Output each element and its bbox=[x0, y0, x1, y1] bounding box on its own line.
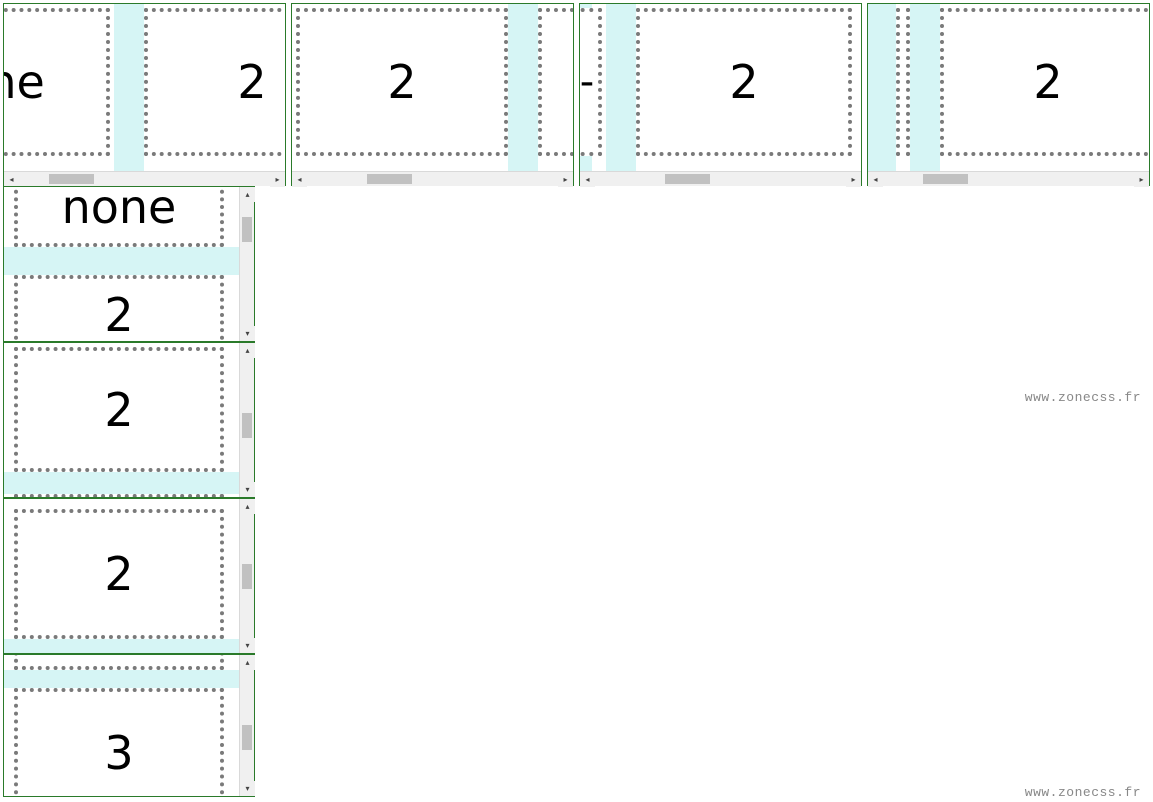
dot-box-top: none bbox=[14, 187, 224, 247]
horizontal-scrollbar[interactable]: ◂ ▸ bbox=[580, 171, 861, 186]
scroll-thumb[interactable] bbox=[665, 174, 710, 184]
scroll-right-arrow-icon[interactable]: ▸ bbox=[270, 172, 285, 187]
gap-r bbox=[606, 4, 636, 171]
horizontal-scrollbar[interactable]: ◂ ▸ bbox=[868, 171, 1149, 186]
scroll-track[interactable] bbox=[307, 172, 558, 186]
horizontal-scrollbar[interactable]: ◂ ▸ bbox=[292, 171, 573, 186]
scroll-track[interactable] bbox=[240, 670, 254, 781]
scroll-thumb[interactable] bbox=[242, 725, 252, 750]
viewport[interactable]: - 2 bbox=[580, 4, 861, 171]
gap bbox=[4, 472, 239, 494]
scroll-right-arrow-icon[interactable]: ▸ bbox=[558, 172, 573, 187]
scroll-thumb[interactable] bbox=[242, 413, 252, 438]
scroll-thumb[interactable] bbox=[923, 174, 968, 184]
vertical-scrollbar[interactable]: ▴ ▾ bbox=[239, 343, 254, 497]
dot-box-left: 2 bbox=[296, 8, 508, 156]
viewport[interactable]: 2 bbox=[868, 4, 1149, 171]
vertical-scrollbar[interactable]: ▴ ▾ bbox=[239, 655, 254, 796]
viewport[interactable]: 2 bbox=[292, 4, 573, 171]
scroll-up-arrow-icon[interactable]: ▴ bbox=[240, 187, 255, 202]
scroll-left-arrow-icon[interactable]: ◂ bbox=[4, 172, 19, 187]
example-panel-horizontal-3: - 2 ◂ ▸ bbox=[579, 3, 862, 186]
scroll-track[interactable] bbox=[19, 172, 270, 186]
gap bbox=[4, 670, 239, 688]
viewport[interactable]: none 2 bbox=[4, 187, 239, 341]
vertical-scrollbar[interactable]: ▴ ▾ bbox=[239, 499, 254, 653]
gap-l bbox=[868, 4, 896, 171]
dot-box-right: 2 bbox=[940, 8, 1149, 156]
scroll-down-arrow-icon[interactable]: ▾ bbox=[240, 326, 255, 341]
dot-box-right bbox=[538, 8, 573, 156]
dot-box-top-sliver bbox=[14, 655, 224, 670]
gap bbox=[4, 639, 239, 653]
viewport[interactable]: 2 bbox=[4, 499, 239, 653]
dot-box-right: 2 bbox=[636, 8, 852, 156]
dot-box: 3 bbox=[14, 688, 224, 796]
viewport[interactable]: 2 bbox=[4, 343, 239, 497]
example-panel-horizontal-2: 2 ◂ ▸ bbox=[291, 3, 574, 186]
scroll-track[interactable] bbox=[240, 202, 254, 326]
dot-box-left: one bbox=[4, 8, 110, 156]
scroll-left-arrow-icon[interactable]: ◂ bbox=[868, 172, 883, 187]
scroll-down-arrow-icon[interactable]: ▾ bbox=[240, 482, 255, 497]
scroll-left-arrow-icon[interactable]: ◂ bbox=[292, 172, 307, 187]
example-panel-vertical-4: 3 ▴ ▾ bbox=[3, 654, 255, 797]
scroll-thumb[interactable] bbox=[242, 564, 252, 589]
gap bbox=[114, 4, 144, 171]
watermark: www.zonecss.fr bbox=[1025, 390, 1141, 405]
dot-box: 2 bbox=[14, 509, 224, 639]
dot-box-next bbox=[14, 494, 224, 497]
example-panel-vertical-2: 2 ▴ ▾ bbox=[3, 342, 255, 498]
dot-box-bottom: 2 bbox=[14, 275, 224, 341]
scroll-up-arrow-icon[interactable]: ▴ bbox=[240, 655, 255, 670]
example-panel-vertical-1: none 2 ▴ ▾ bbox=[3, 186, 255, 342]
dot-box: 2 bbox=[14, 347, 224, 472]
example-panel-vertical-3: 2 ▴ ▾ bbox=[3, 498, 255, 654]
scroll-thumb[interactable] bbox=[242, 217, 252, 242]
scroll-left-arrow-icon[interactable]: ◂ bbox=[580, 172, 595, 187]
scroll-thumb[interactable] bbox=[367, 174, 412, 184]
gap-r bbox=[910, 4, 940, 171]
dot-box-sliver: - bbox=[580, 8, 602, 156]
scroll-track[interactable] bbox=[595, 172, 846, 186]
scroll-right-arrow-icon[interactable]: ▸ bbox=[1134, 172, 1149, 187]
horizontal-scrollbar[interactable]: ◂ ▸ bbox=[4, 171, 285, 186]
scroll-track[interactable] bbox=[240, 358, 254, 482]
viewport[interactable]: one 2 bbox=[4, 4, 285, 171]
scroll-thumb[interactable] bbox=[49, 174, 94, 184]
dot-box-right: 2 bbox=[144, 8, 285, 156]
gap bbox=[508, 4, 538, 171]
watermark: www.zonecss.fr bbox=[1025, 785, 1141, 800]
scroll-down-arrow-icon[interactable]: ▾ bbox=[240, 638, 255, 653]
scroll-track[interactable] bbox=[240, 514, 254, 638]
scroll-track[interactable] bbox=[883, 172, 1134, 186]
scroll-up-arrow-icon[interactable]: ▴ bbox=[240, 499, 255, 514]
scroll-up-arrow-icon[interactable]: ▴ bbox=[240, 343, 255, 358]
scroll-down-arrow-icon[interactable]: ▾ bbox=[240, 781, 255, 796]
scroll-right-arrow-icon[interactable]: ▸ bbox=[846, 172, 861, 187]
gap bbox=[4, 247, 239, 275]
example-panel-horizontal-4: 2 ◂ ▸ bbox=[867, 3, 1150, 186]
viewport[interactable]: 3 bbox=[4, 655, 239, 796]
example-panel-horizontal-1: one 2 ◂ ▸ bbox=[3, 3, 286, 186]
dot-box-sliver bbox=[896, 8, 910, 156]
vertical-scrollbar[interactable]: ▴ ▾ bbox=[239, 187, 254, 341]
